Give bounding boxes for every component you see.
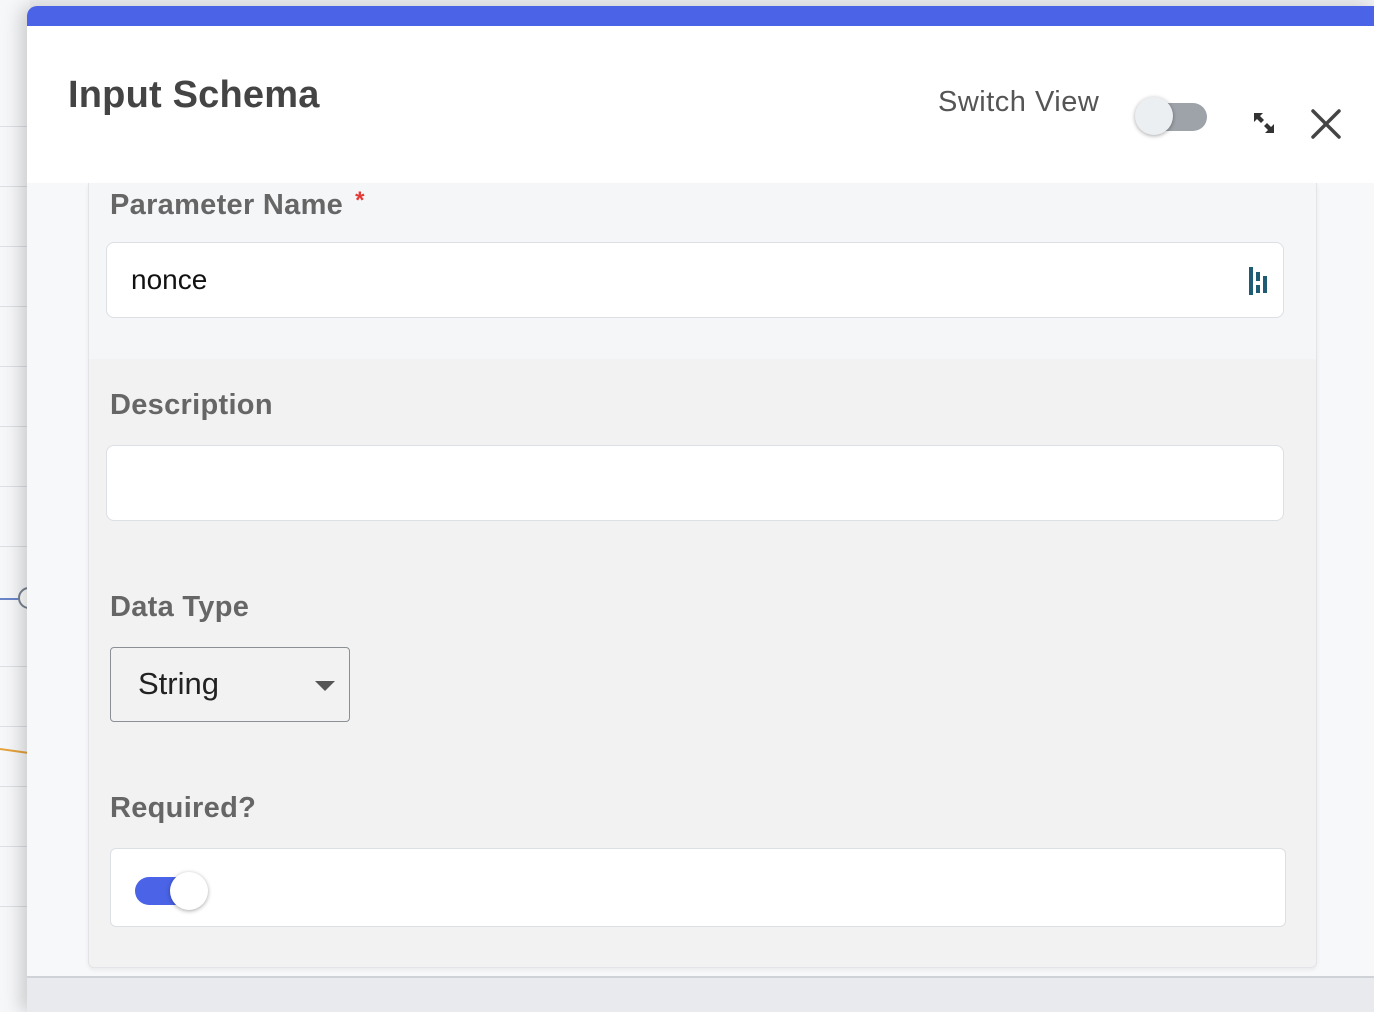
switch-view-label: Switch View — [938, 86, 1100, 118]
modal-accent-bar — [27, 6, 1374, 26]
background-canvas — [0, 0, 30, 1012]
parameter-card: Parameter Name * nonce Description Data T… — [88, 183, 1317, 968]
grid-line — [0, 366, 30, 367]
required-asterisk: * — [355, 187, 365, 214]
dropdown-caret-icon — [315, 681, 335, 691]
modal-body: Parameter Name * nonce Description Data T… — [27, 183, 1374, 976]
description-label: Description — [110, 389, 273, 421]
required-field-box — [110, 848, 1286, 927]
data-type-label: Data Type — [110, 591, 250, 623]
grid-line — [0, 666, 30, 667]
dynamic-value-icon[interactable] — [1247, 265, 1273, 297]
parameter-name-label: Parameter Name * — [110, 187, 365, 222]
grid-line — [0, 126, 30, 127]
modal-header: Input Schema Switch View — [27, 26, 1374, 183]
parameter-name-label-text: Parameter Name — [110, 189, 344, 221]
grid-line — [0, 486, 30, 487]
required-toggle[interactable] — [135, 871, 211, 911]
grid-line — [0, 546, 30, 547]
grid-line — [0, 726, 30, 727]
grid-line — [0, 906, 30, 907]
toggle-thumb — [170, 872, 208, 910]
grid-line — [0, 786, 30, 787]
grid-line — [0, 306, 30, 307]
required-label: Required? — [110, 792, 257, 824]
grid-line — [0, 426, 30, 427]
grid-line — [0, 846, 30, 847]
close-icon — [1311, 109, 1341, 139]
grid-line — [0, 246, 30, 247]
close-button[interactable] — [1304, 102, 1348, 146]
parameter-name-input[interactable]: nonce — [106, 242, 1284, 318]
parameter-name-value: nonce — [131, 264, 208, 295]
description-input[interactable] — [106, 445, 1284, 521]
grid-line — [0, 186, 30, 187]
flow-edge — [0, 748, 30, 755]
modal-footer — [27, 976, 1374, 1012]
data-type-select[interactable]: String — [110, 647, 350, 722]
modal-title: Input Schema — [68, 74, 320, 116]
toggle-thumb — [1135, 97, 1173, 135]
collapse-button[interactable] — [1247, 106, 1281, 140]
data-type-selected-value: String — [138, 666, 219, 701]
collapse-arrows-icon — [1254, 113, 1274, 133]
switch-view-toggle[interactable] — [1135, 89, 1209, 137]
input-schema-modal: Input Schema Switch View Parameter Name * — [27, 6, 1374, 1012]
